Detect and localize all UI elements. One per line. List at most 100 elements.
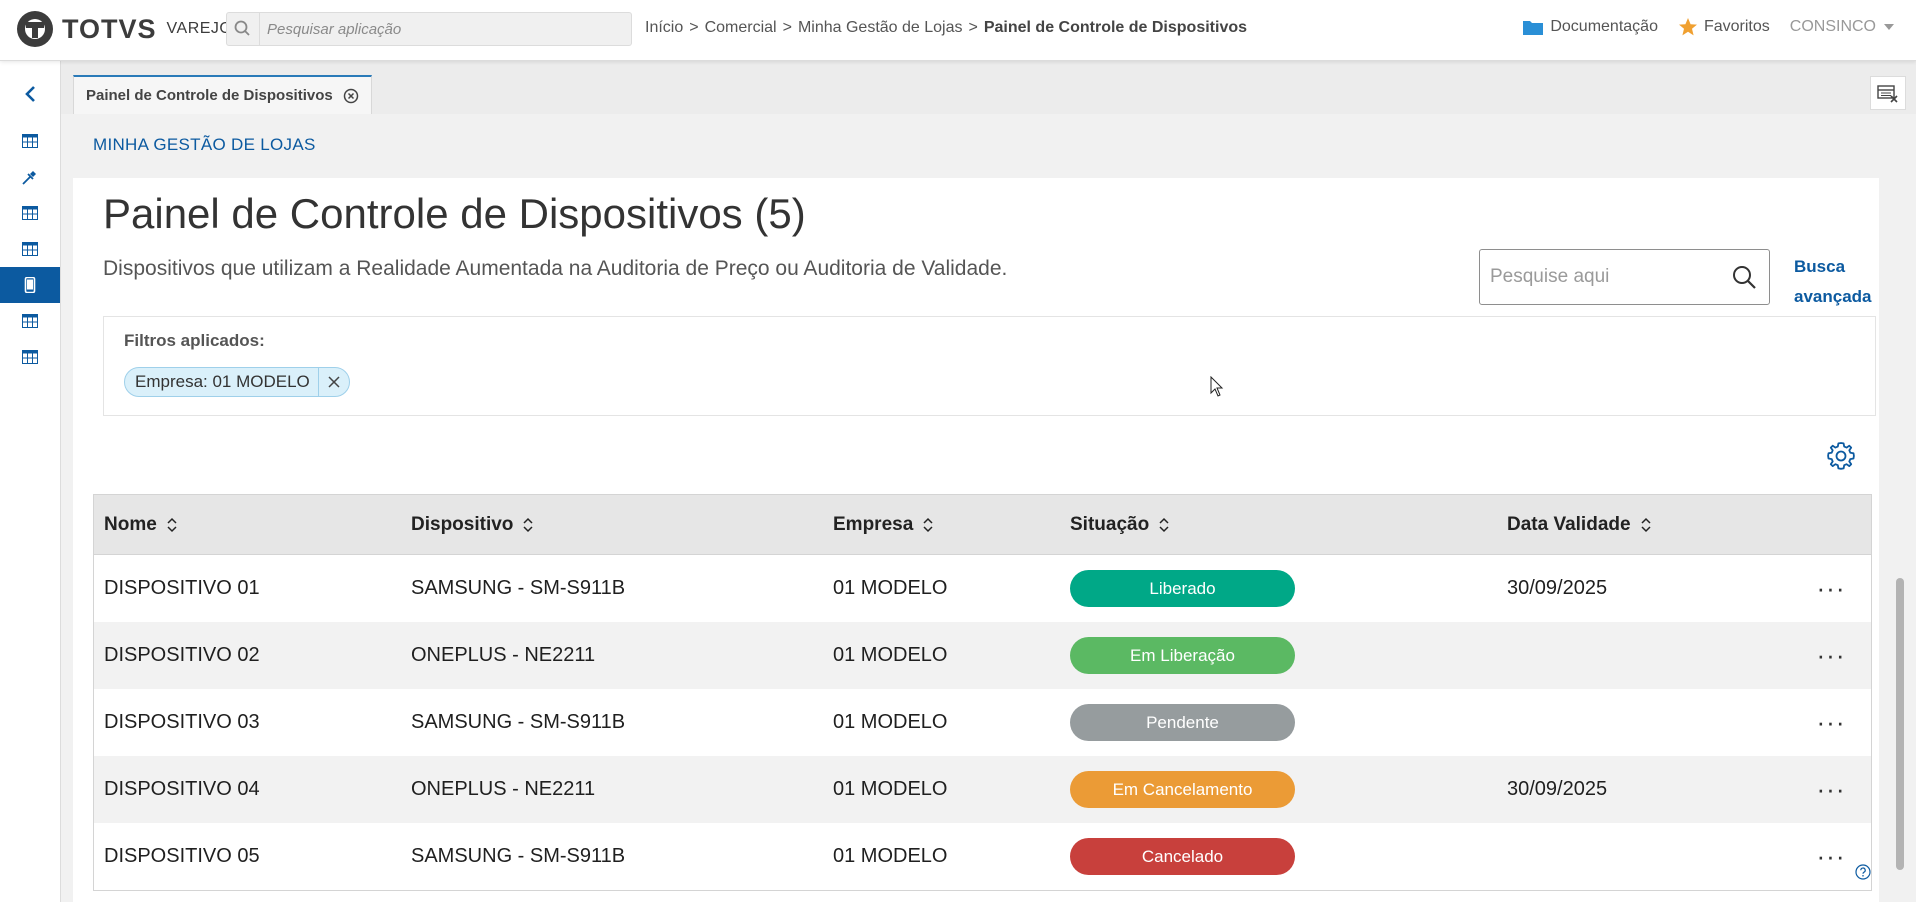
breadcrumb-item-inicio[interactable]: Início: [645, 19, 683, 36]
cell-empresa: 01 MODELO: [833, 711, 948, 733]
cell-dispositivo: SAMSUNG - SM-S911B: [411, 577, 626, 599]
cell-dispositivo: ONEPLUS - NE2211: [411, 778, 596, 800]
page-search[interactable]: [1479, 249, 1770, 305]
table-row[interactable]: DISPOSITIVO 05 SAMSUNG - SM-S911B 01 MODEL…: [94, 823, 1871, 890]
gear-icon: [1827, 442, 1855, 470]
cell-data-validade: 30/09/2025: [1507, 577, 1608, 599]
table-header: Nome Dispositivo Empresa Situação Data V…: [94, 495, 1871, 555]
sidebar-item-table-5[interactable]: [0, 339, 60, 375]
mobile-device-icon: [24, 277, 36, 293]
app-search-input[interactable]: [267, 19, 617, 39]
sort-icon[interactable]: [923, 517, 933, 533]
status-badge: Em Liberação: [1070, 637, 1295, 674]
top-bar: TOTVS VAREJO Início > Comercial > Minha Gest…: [0, 0, 1916, 61]
page-search-input[interactable]: [1490, 264, 1720, 290]
breadcrumb-item-current: Painel de Controle de Dispositivos: [983, 19, 1248, 36]
table-body: DISPOSITIVO 01 SAMSUNG - SM-S911B 01 MODEL…: [94, 555, 1871, 890]
breadcrumb: Início > Comercial > Minha Gestão de Lojas > P…: [645, 19, 1247, 37]
cell-dispositivo: SAMSUNG - SM-S911B: [411, 711, 626, 733]
cell-empresa: 01 MODELO: [833, 778, 948, 800]
breadcrumb-separator: >: [689, 19, 699, 36]
sidebar-item-table-1[interactable]: [0, 123, 60, 159]
table-icon: [22, 242, 38, 256]
page-scrollbar[interactable]: [1896, 578, 1904, 870]
cell-situacao: Cancelado: [1070, 823, 1295, 890]
table-icon: [22, 314, 38, 328]
chevron-left-icon: [25, 86, 35, 102]
row-actions-icon[interactable]: ···: [1811, 622, 1851, 689]
documentation-link[interactable]: Documentação: [1522, 18, 1658, 36]
column-header-data-validade[interactable]: Data Validade: [1507, 495, 1651, 554]
cell-nome: DISPOSITIVO 01: [104, 577, 260, 599]
advanced-search-link[interactable]: Busca avançada: [1794, 252, 1884, 312]
sidebar-item-table-3[interactable]: [0, 231, 60, 267]
row-actions-icon[interactable]: ···: [1811, 823, 1851, 890]
column-header-dispositivo[interactable]: Dispositivo: [411, 495, 533, 554]
cell-nome: DISPOSITIVO 03: [104, 711, 260, 733]
logo-subtitle: VAREJO: [166, 20, 233, 37]
remove-filter-icon[interactable]: [317, 368, 349, 396]
search-icon: [227, 13, 260, 45]
cell-nome: DISPOSITIVO 05: [104, 845, 260, 867]
table-row[interactable]: DISPOSITIVO 03 SAMSUNG - SM-S911B 01 MODEL…: [94, 689, 1871, 756]
status-badge: Cancelado: [1070, 838, 1295, 875]
cell-nome: DISPOSITIVO 04: [104, 778, 260, 800]
close-tabs-icon: [1877, 85, 1898, 103]
star-icon: [1678, 18, 1697, 36]
table-settings-button[interactable]: [1825, 440, 1857, 472]
logo-text: TOTVS: [62, 13, 157, 44]
sort-icon[interactable]: [1641, 517, 1651, 533]
cell-situacao: Em Cancelamento: [1070, 756, 1295, 823]
sidebar-item-table-2[interactable]: [0, 195, 60, 231]
close-tab-icon[interactable]: [343, 88, 359, 104]
cell-dispositivo: SAMSUNG - SM-S911B: [411, 845, 626, 867]
tab-painel-dispositivos[interactable]: Painel de Controle de Dispositivos: [73, 75, 372, 114]
breadcrumb-separator: >: [968, 19, 978, 36]
filter-chip-empresa: Empresa: 01 MODELO: [124, 367, 350, 397]
user-menu[interactable]: CONSINCO: [1790, 18, 1894, 36]
breadcrumb-item-comercial[interactable]: Comercial: [705, 19, 777, 36]
row-actions-icon[interactable]: ···: [1811, 689, 1851, 756]
column-header-situacao[interactable]: Situação: [1070, 495, 1169, 554]
row-actions-icon[interactable]: ···: [1811, 555, 1851, 622]
module-title: MINHA GESTÃO DE LOJAS: [93, 135, 316, 154]
sort-icon[interactable]: [523, 517, 533, 533]
pin-icon: [22, 171, 36, 185]
collapse-sidebar-button[interactable]: [0, 76, 60, 112]
column-header-empresa[interactable]: Empresa: [833, 495, 933, 554]
devices-table: Nome Dispositivo Empresa Situação Data V…: [93, 494, 1872, 891]
totvs-logo[interactable]: TOTVS VAREJO: [16, 9, 232, 49]
documentation-label: Documentação: [1550, 18, 1658, 35]
column-header-nome[interactable]: Nome: [104, 495, 177, 554]
sidebar-item-table-4[interactable]: [0, 303, 60, 339]
tab-label: Painel de Controle de Dispositivos: [86, 87, 333, 104]
close-all-tabs-button[interactable]: [1870, 76, 1906, 110]
table-icon: [22, 350, 38, 364]
app-search[interactable]: [226, 12, 632, 46]
sidebar-item-pin[interactable]: [0, 159, 60, 195]
caret-down-icon: [1884, 24, 1894, 30]
table-row[interactable]: DISPOSITIVO 02 ONEPLUS - NE2211 01 MODELO E…: [94, 622, 1871, 689]
sidebar-item-devices[interactable]: [0, 267, 60, 303]
table-row[interactable]: DISPOSITIVO 01 SAMSUNG - SM-S911B 01 MODEL…: [94, 555, 1871, 622]
breadcrumb-separator: >: [782, 19, 792, 36]
cell-empresa: 01 MODELO: [833, 577, 948, 599]
tab-strip: Painel de Controle de Dispositivos: [61, 60, 1916, 114]
table-row[interactable]: DISPOSITIVO 04 ONEPLUS - NE2211 01 MODELO E…: [94, 756, 1871, 823]
sort-icon[interactable]: [167, 517, 177, 533]
row-actions-icon[interactable]: ···: [1811, 756, 1851, 823]
help-icon[interactable]: [1855, 864, 1871, 880]
totvs-logo-icon: [17, 11, 53, 47]
page-title: Painel de Controle de Dispositivos (5): [103, 190, 806, 237]
cell-empresa: 01 MODELO: [833, 845, 948, 867]
sort-icon[interactable]: [1159, 517, 1169, 533]
breadcrumb-item-gestao-lojas[interactable]: Minha Gestão de Lojas: [798, 19, 963, 36]
cell-dispositivo: ONEPLUS - NE2211: [411, 644, 596, 666]
status-badge: Em Cancelamento: [1070, 771, 1295, 808]
cell-situacao: Em Liberação: [1070, 622, 1295, 689]
favorites-label: Favoritos: [1703, 18, 1770, 35]
search-icon[interactable]: [1731, 264, 1757, 290]
favorites-link[interactable]: Favoritos: [1678, 17, 1770, 37]
page-subtitle: Dispositivos que utilizam a Realidade Au…: [103, 257, 1008, 280]
sidebar-rail: [0, 60, 61, 902]
